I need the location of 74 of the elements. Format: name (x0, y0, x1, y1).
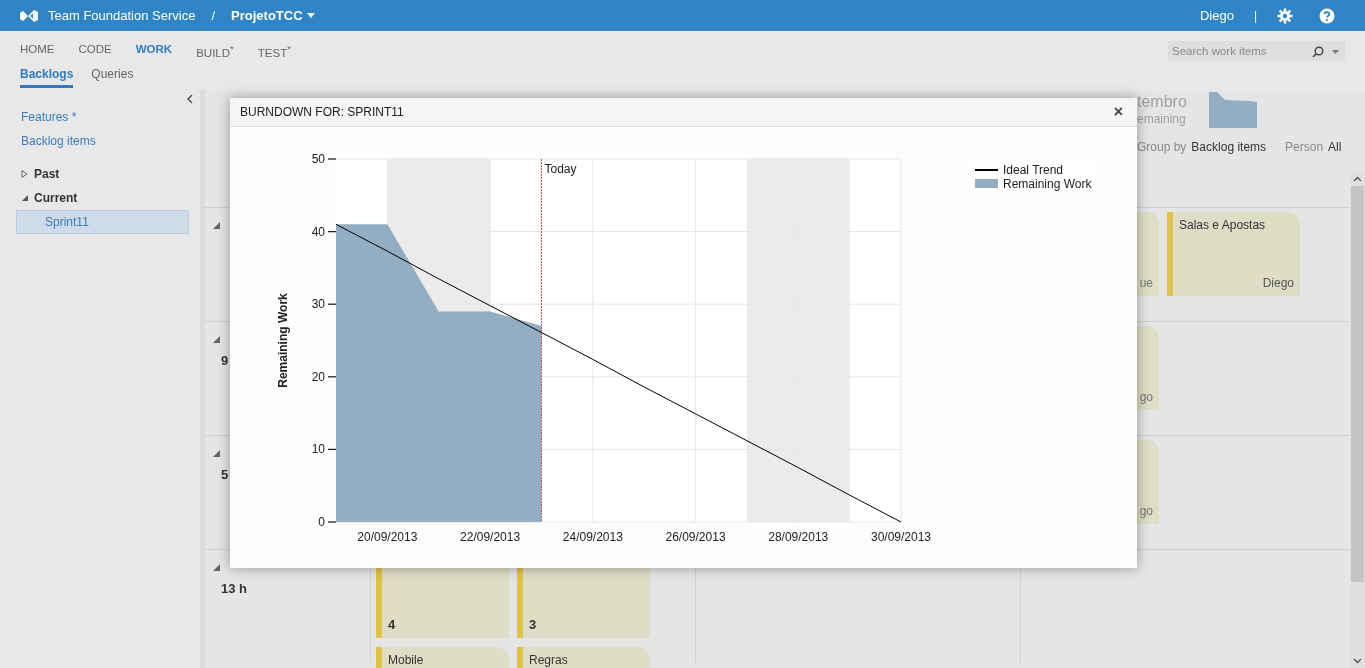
scroll-down-icon[interactable] (1353, 658, 1362, 664)
sprint-subtitle: emaining (1137, 112, 1187, 126)
search-icon[interactable] (1312, 46, 1324, 58)
scrollbar[interactable] (1350, 172, 1365, 668)
y-tick-label: 30 (311, 297, 326, 312)
card-title: Regras (529, 653, 569, 668)
expanded-icon[interactable] (213, 336, 220, 343)
expanded-icon[interactable] (213, 222, 220, 229)
project-menu[interactable]: ProjetoTCC (231, 8, 315, 23)
user-name[interactable]: Diego (1199, 8, 1234, 23)
sidebar-link[interactable]: Backlog items (21, 134, 200, 148)
sprint-title: tembro (1137, 92, 1187, 112)
collapse-icon[interactable] (186, 94, 194, 104)
collapsed-icon[interactable] (21, 170, 28, 178)
sparkline-drawing (1208, 92, 1257, 128)
tree-item[interactable]: Sprint11 (16, 210, 189, 234)
card-effort: 4 (388, 617, 397, 632)
x-axis-label: 26/09/2013 (665, 530, 726, 544)
caret-icon[interactable] (1332, 50, 1339, 54)
help-icon[interactable] (1319, 7, 1335, 24)
row-total: 13 h (221, 581, 247, 596)
logo-icon[interactable] (20, 8, 38, 23)
nav-tab[interactable]: TEST$^{*}$ (257, 43, 291, 67)
tree-node[interactable]: Current (34, 191, 78, 205)
settings-icon[interactable] (1277, 7, 1293, 24)
header-divider: | (1253, 8, 1257, 23)
x-axis-label: 28/09/2013 (768, 530, 829, 544)
sidebar-link[interactable]: Features * (21, 110, 200, 124)
scroll-up-icon[interactable] (1353, 176, 1362, 182)
y-tick-label: 40 (311, 224, 326, 239)
product-name[interactable]: Team Foundation Service (48, 8, 196, 23)
card-effort: 3 (529, 617, 538, 632)
caret-icon (306, 13, 315, 18)
expanded-icon[interactable] (213, 450, 220, 457)
nav-tab[interactable]: BUILD$^{*}$ (196, 43, 234, 67)
dialog-title: BURNDOWN FOR: SPRINT11 (240, 105, 405, 119)
close-button[interactable]: × (1109, 103, 1127, 121)
expanded-icon[interactable] (21, 194, 28, 202)
y-tick-label: 10 (311, 442, 326, 457)
group-by-value[interactable]: Backlog items (1191, 140, 1267, 154)
x-axis-label: 30/09/2013 (870, 530, 932, 544)
y-axis: 0 10 20 30 40 50 (311, 152, 337, 529)
x-axis-label: 20/09/2013 (357, 530, 418, 544)
nav-tab[interactable]: CODE (78, 43, 112, 67)
work-card[interactable]: Mobile (376, 647, 509, 668)
scroll-thumb[interactable] (1351, 186, 1364, 582)
person-label: Person (1285, 140, 1324, 154)
sub-tab[interactable]: Queries (91, 67, 134, 88)
x-axis-label: 24/09/2013 (562, 530, 623, 544)
y-tick-label: 20 (311, 369, 326, 384)
expanded-icon[interactable] (213, 564, 220, 571)
work-card[interactable]: Salas e Apostas Diego (1167, 212, 1300, 296)
legend-label: Remaining Work (1003, 177, 1093, 191)
card-assignee: Diego (1262, 276, 1294, 290)
tree-node[interactable]: Past (34, 167, 60, 181)
group-by-label: Group by (1137, 140, 1187, 154)
legend-label: Ideal Trend (1003, 163, 1064, 177)
x-axis-label: 22/09/2013 (460, 530, 521, 544)
card-assignee: go (1139, 390, 1153, 404)
work-card[interactable]: Regras (517, 647, 650, 668)
card-assignee: go (1139, 504, 1153, 518)
search-field[interactable]: Search work items (1168, 41, 1345, 61)
y-tick-label: 0 (318, 515, 326, 529)
card-title: Salas e Apostas (1179, 218, 1267, 234)
nav-tab[interactable]: HOME (20, 43, 55, 67)
y-axis-title: Remaining Work (276, 293, 290, 388)
y-tick-label: 50 (311, 152, 326, 166)
row-total: 9 (221, 353, 229, 368)
row-total: 5 (221, 467, 229, 482)
card-title: Mobile (388, 653, 425, 668)
breadcrumb-separator: / (211, 8, 216, 23)
card-assignee: ue (1139, 276, 1153, 290)
nav-tab[interactable]: WORK (135, 43, 173, 67)
person-value[interactable]: All (1328, 140, 1342, 154)
